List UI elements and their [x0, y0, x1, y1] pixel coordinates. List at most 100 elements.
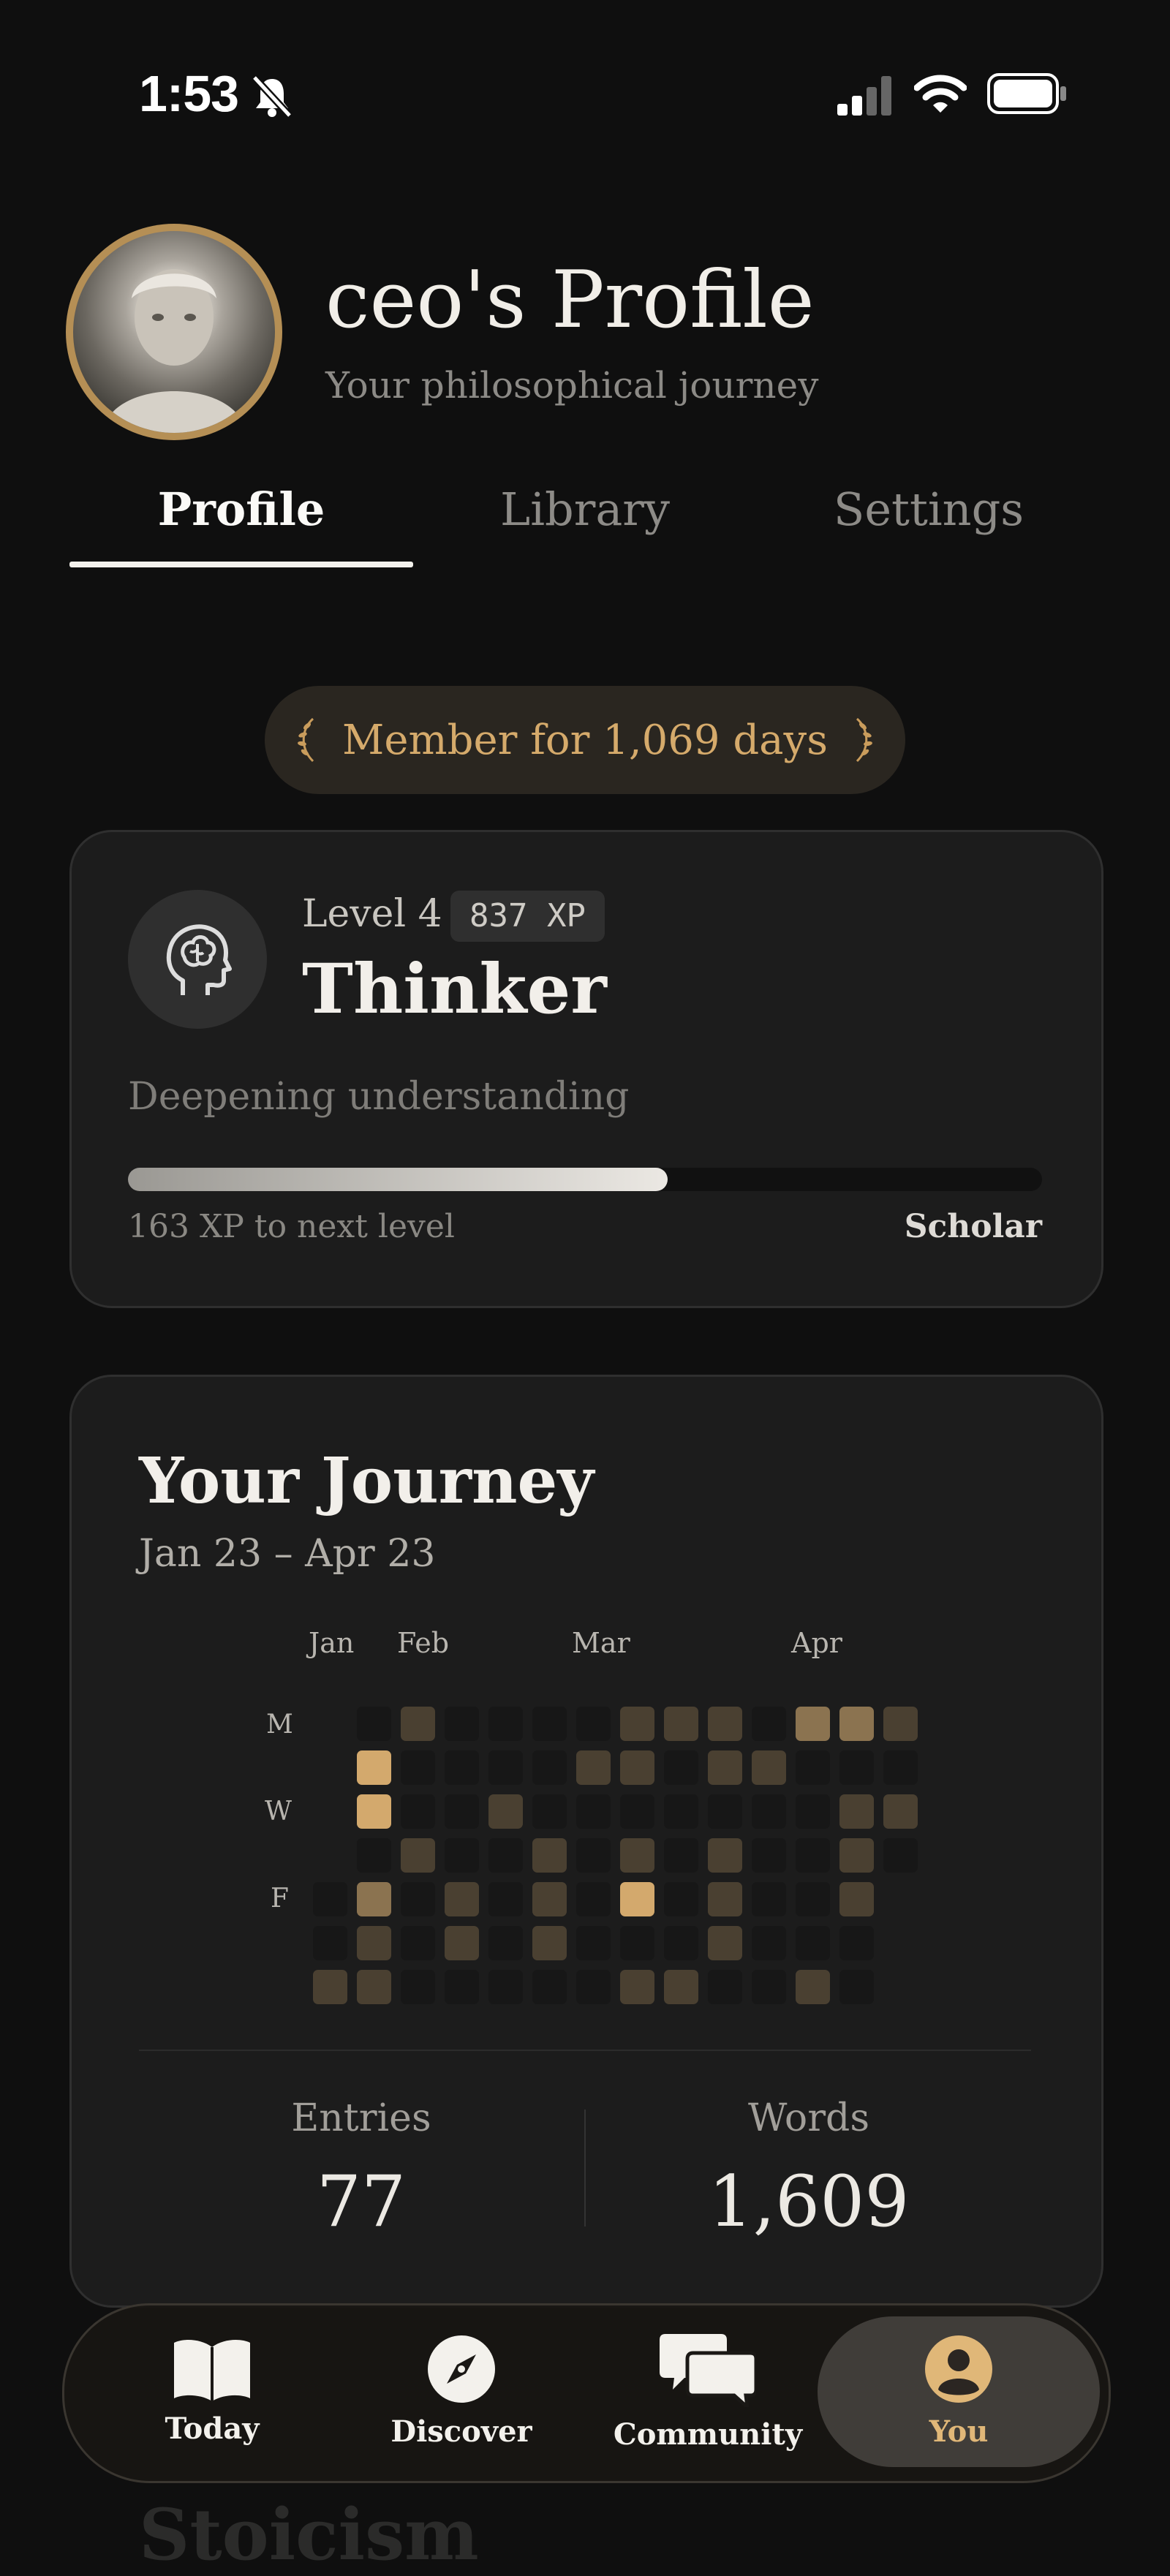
level-icon-badge	[128, 890, 267, 1029]
heatmap-cell	[620, 1794, 654, 1829]
heatmap-cell	[839, 1838, 874, 1873]
heatmap-cell	[839, 1707, 874, 1741]
heatmap-cell	[752, 1750, 786, 1785]
heatmap-cell	[313, 1970, 347, 2004]
heatmap-cell	[445, 1794, 479, 1829]
avatar-image	[73, 231, 275, 433]
avatar[interactable]	[66, 224, 282, 440]
tab-profile[interactable]: Profile	[69, 483, 413, 536]
member-badge: Member for 1,069 days	[265, 686, 905, 794]
heatmap-cell	[708, 1707, 742, 1741]
heatmap-cell	[401, 1707, 435, 1741]
nav-discover-label: Discover	[390, 2414, 532, 2449]
heatmap-cell	[796, 1970, 830, 2004]
heatmap-cell	[620, 1882, 654, 1916]
heatmap-cell	[664, 1838, 698, 1873]
heatmap-cell	[532, 1707, 567, 1741]
heatmap-cell	[357, 1750, 391, 1785]
nav-community-label: Community	[613, 2417, 803, 2452]
status-time: 1:53	[139, 65, 239, 122]
heatmap-cell	[752, 1794, 786, 1829]
heatmap-cell	[357, 1882, 391, 1916]
nav-community[interactable]: Community	[598, 2303, 818, 2479]
heatmap-cell	[796, 1707, 830, 1741]
heatmap-cell	[357, 1970, 391, 2004]
heatmap-cell	[532, 1750, 567, 1785]
heatmap-cell	[401, 1926, 435, 1960]
heatmap-cell	[576, 1707, 611, 1741]
heatmap-cell	[620, 1926, 654, 1960]
heatmap-cell	[796, 1750, 830, 1785]
rank-description: Deepening understanding	[128, 1075, 630, 1119]
nav-you[interactable]: You	[849, 2303, 1068, 2479]
bell-slash-icon	[252, 75, 292, 118]
heatmap-cell	[839, 1794, 874, 1829]
heatmap-cell	[401, 1838, 435, 1873]
page-title: ceo's Profile	[325, 254, 815, 346]
heatmap-cell	[401, 1970, 435, 2004]
heatmap-cell	[620, 1838, 654, 1873]
heatmap-cell	[445, 1750, 479, 1785]
nav-today[interactable]: Today	[102, 2303, 322, 2479]
heatmap-cell	[839, 1926, 874, 1960]
battery-icon	[987, 73, 1066, 114]
nav-you-label: You	[929, 2414, 989, 2449]
heatmap-cell	[620, 1750, 654, 1785]
journey-divider	[139, 2050, 1031, 2051]
heatmap-cell	[532, 1926, 567, 1960]
nav-discover[interactable]: Discover	[352, 2303, 571, 2479]
wifi-icon	[914, 75, 967, 113]
heatmap-cell	[445, 1926, 479, 1960]
heatmap-cell	[576, 1838, 611, 1873]
heatmap-cell	[664, 1882, 698, 1916]
heatmap-cell	[313, 1882, 347, 1916]
heatmap-cell	[752, 1707, 786, 1741]
cellular-signal-icon	[837, 76, 891, 116]
heatmap-cell	[620, 1970, 654, 2004]
heatmap-cell	[752, 1926, 786, 1960]
heatmap-cell	[752, 1838, 786, 1873]
heatmap-cell	[708, 1882, 742, 1916]
heatmap-cell	[313, 1926, 347, 1960]
words-label: Words	[747, 2096, 870, 2140]
heatmap-cell	[796, 1794, 830, 1829]
heatmap-cell	[664, 1794, 698, 1829]
heatmap-cell	[357, 1838, 391, 1873]
month-label-mar: Mar	[572, 1627, 630, 1659]
member-duration-text: Member for 1,069 days	[342, 716, 828, 764]
heatmap-cell	[401, 1750, 435, 1785]
month-label-apr: Apr	[791, 1627, 842, 1659]
heatmap-cell	[488, 1926, 523, 1960]
heatmap-cell	[708, 1926, 742, 1960]
level-progress-track	[128, 1168, 1042, 1191]
laurel-left-icon	[298, 717, 314, 763]
entries-value: 77	[316, 2161, 407, 2243]
heatmap-cell	[532, 1794, 567, 1829]
stats-divider	[584, 2109, 586, 2226]
journey-date-range: Jan 23 – Apr 23	[139, 1532, 436, 1576]
heatmap-cell	[796, 1838, 830, 1873]
heatmap-cell	[839, 1750, 874, 1785]
heatmap-cell	[488, 1882, 523, 1916]
level-label: Level 4	[302, 892, 442, 936]
heatmap-cell	[488, 1750, 523, 1785]
heatmap-cell	[708, 1750, 742, 1785]
heatmap-cell	[839, 1970, 874, 2004]
tab-library[interactable]: Library	[413, 483, 757, 536]
book-icon	[174, 2339, 250, 2401]
heatmap-cell	[752, 1970, 786, 2004]
heatmap-cell	[664, 1707, 698, 1741]
heatmap-cell	[488, 1970, 523, 2004]
heatmap-cell	[576, 1926, 611, 1960]
heatmap-cell	[576, 1750, 611, 1785]
brain-head-icon	[166, 924, 232, 995]
next-rank-name: Scholar	[904, 1208, 1042, 1245]
heatmap-cell	[620, 1707, 654, 1741]
heatmap-cell	[576, 1970, 611, 2004]
rank-name: Thinker	[302, 949, 607, 1030]
heatmap-cell	[357, 1794, 391, 1829]
heatmap-cell	[401, 1794, 435, 1829]
heatmap-cell	[401, 1882, 435, 1916]
tab-settings[interactable]: Settings	[757, 483, 1101, 536]
tab-active-indicator	[69, 562, 413, 567]
